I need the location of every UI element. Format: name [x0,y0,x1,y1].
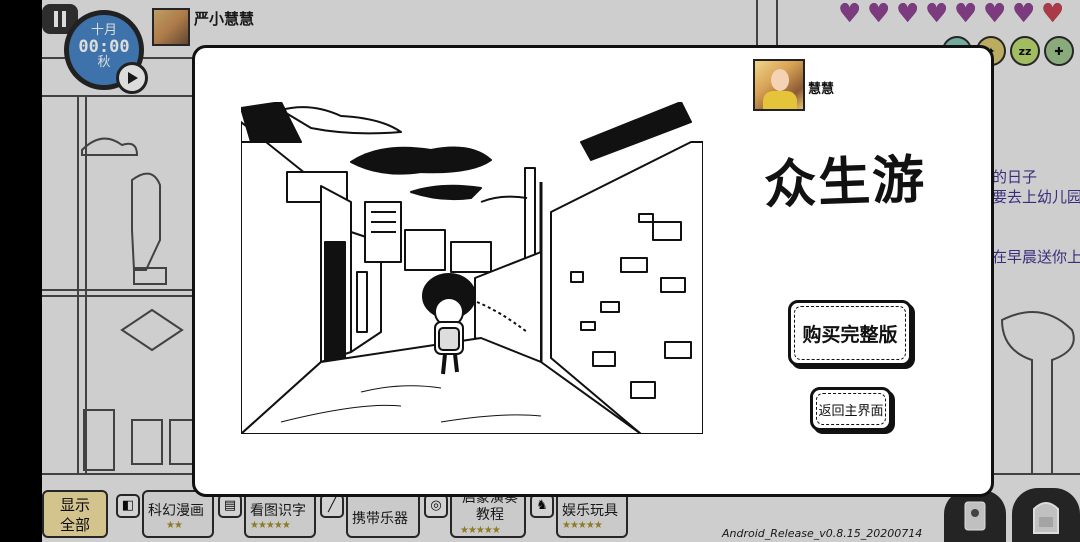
map-button[interactable] [944,490,1006,542]
item-carry-instrument[interactable]: 携带乐器 [346,490,420,538]
user-avatar [753,59,805,111]
play-icon [128,72,138,84]
clock-time: 00:00 [78,37,130,57]
user-name: 慧慧 [808,82,835,97]
game-title: 众生游 [763,149,928,216]
item-stars: ★★ [166,520,183,531]
diary-text-3: 在早晨送你上 [992,248,1080,266]
backpack-icon [1033,502,1059,534]
heart-icon: ♥ [1012,0,1036,29]
item-picture-words[interactable]: 看图识字 ★★★★★ [244,490,316,538]
map-icon [964,501,986,531]
flute-icon: ╱ [320,494,344,518]
buy-button-label: 购买完整版 [802,323,898,346]
heart-icon: ♥ [838,0,862,29]
item-label: 科幻漫画 [148,503,204,519]
item-stars: ★★★★★ [250,520,291,531]
back-to-main-button[interactable]: 返回主界面 [810,387,892,431]
hearts-bar: ♥ ♥ ♥ ♥ ♥ ♥ ♥ ♥ [838,0,1068,29]
backpack-button[interactable] [1012,488,1080,542]
item-label: 携带乐器 [352,511,408,527]
player-name: 严小慧慧 [194,10,255,28]
item-music-tutorial[interactable]: 启蒙演奏教程 ★★★★★ [450,490,526,538]
toy-icon: ♞ [530,494,554,518]
book-icon: ▤ [218,494,242,518]
hunger-icon[interactable]: ✚ [1044,36,1074,66]
item-toys[interactable]: 娱乐玩具 ★★★★★ [556,490,628,538]
player-avatar[interactable] [152,8,190,46]
heart-icon: ♥ [896,0,920,29]
diary-text-2: 要去上幼儿园 [992,188,1080,206]
sleep-icon[interactable]: zz [1010,36,1040,66]
diary-text-1: 的日子 [992,168,1038,186]
show-all-button[interactable]: 显示 全部 [42,490,108,538]
purchase-dialog: 慧慧 众生游 购买完整版 返回主界面 [192,45,994,497]
clock-month: 十月 [90,23,117,38]
show-all-label: 显示 全部 [59,496,90,534]
speaker-icon: ◧ [116,494,140,518]
item-stars: ★★★★★ [562,520,603,531]
play-speed-button[interactable] [116,62,148,94]
item-label: 娱乐玩具 [562,503,618,519]
alley-illustration [241,102,703,434]
heart-icon: ♥ [954,0,978,29]
item-stars: ★★★★★ [460,525,501,536]
heart-icon: ♥ [1041,0,1065,29]
version-label: Android_Release_v0.8.15_20200714 [722,527,923,540]
heart-icon: ♥ [867,0,891,29]
item-label: 看图识字 [250,503,306,519]
item-scifi-comic[interactable]: 科幻漫画 ★★ [142,490,214,538]
heart-icon: ♥ [925,0,949,29]
item-toolbar: 显示 全部 ◧ 科幻漫画 ★★ ▤ 看图识字 ★★★★★ ╱ 携带乐器 ◎ 启蒙… [42,490,1080,542]
buy-full-version-button[interactable]: 购买完整版 [788,300,912,366]
pause-icon [54,11,66,27]
disc-icon: ◎ [424,494,448,518]
back-button-label: 返回主界面 [818,403,884,419]
heart-icon: ♥ [983,0,1007,29]
